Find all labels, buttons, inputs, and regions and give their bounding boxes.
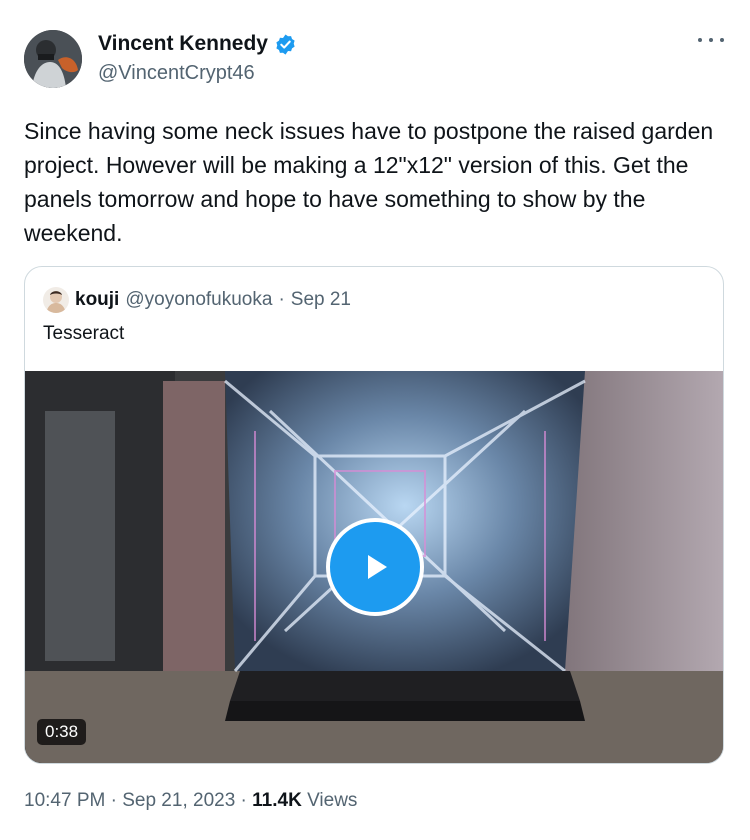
quoted-author-name: kouji (75, 289, 120, 310)
author-name[interactable]: Vincent Kennedy (98, 32, 268, 56)
quoted-author-avatar (43, 287, 69, 313)
meta-separator: · (110, 790, 117, 811)
quoted-author-handle: @yoyonofukuoka (125, 289, 273, 310)
quoted-tweet-header: kouji @yoyonofukuoka · Sep 21 (43, 287, 351, 313)
author-handle[interactable]: @VincentCrypt46 (98, 62, 255, 85)
quoted-text: Tesseract (43, 323, 125, 344)
video-player[interactable]: 0:38 (25, 371, 723, 763)
quoted-tweet[interactable]: kouji @yoyonofukuoka · Sep 21 Tesseract (24, 266, 724, 764)
tweet-time[interactable]: 10:47 PM (24, 790, 105, 811)
play-button[interactable] (326, 518, 424, 616)
quoted-date: Sep 21 (290, 289, 352, 310)
tweet-meta: 10:47 PM · Sep 21, 2023 · 11.4K Views (24, 790, 357, 812)
author-name-row: Vincent Kennedy (98, 32, 297, 56)
tweet-text: Since having some neck issues have to po… (24, 118, 714, 246)
tweet-date[interactable]: Sep 21, 2023 (122, 790, 235, 811)
quoted-separator: · (278, 289, 285, 310)
video-duration: 0:38 (37, 719, 87, 745)
play-icon (368, 555, 387, 579)
author-avatar[interactable] (24, 30, 82, 88)
meta-separator: · (240, 790, 247, 811)
more-options-icon[interactable] (698, 30, 724, 50)
views-count[interactable]: 11.4K (252, 790, 302, 811)
verified-badge-icon (276, 33, 295, 55)
views-label: Views (307, 790, 358, 811)
